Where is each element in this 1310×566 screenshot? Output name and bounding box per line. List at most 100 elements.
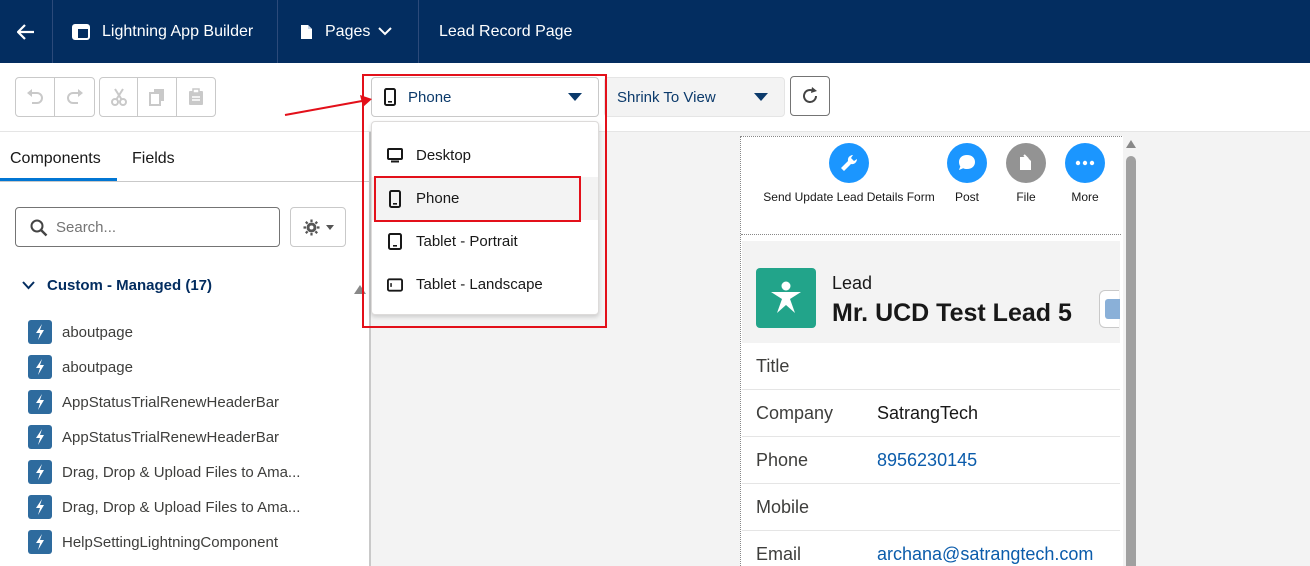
field-value: SatrangTech: [877, 402, 979, 423]
preview-scrollbar[interactable]: [1123, 136, 1139, 566]
page-title: Lead Record Page: [439, 22, 573, 40]
zoom-selector-value: Shrink To View: [617, 88, 716, 106]
components-panel: Components Fields Search... Custom - Man…: [0, 132, 371, 566]
section-title: Custom - Managed (17): [47, 277, 213, 294]
copy-button[interactable]: [138, 78, 177, 116]
undo-icon: [27, 89, 43, 104]
field-row-email: Email archana@satrangtech.com: [742, 531, 1120, 566]
record-name: Mr. UCD Test Lead 5: [832, 299, 1072, 327]
active-tab-indicator: [0, 178, 117, 181]
field-row-company: Company SatrangTech: [742, 390, 1120, 437]
record-type-label: Lead: [832, 273, 873, 293]
scrollbar-thumb[interactable]: [1126, 156, 1136, 566]
app-title: Lightning App Builder: [72, 0, 253, 63]
gear-icon: [303, 219, 319, 235]
back-button[interactable]: [0, 0, 53, 63]
refresh-icon: [803, 87, 817, 103]
action-label: More: [1071, 190, 1099, 204]
action-label: File: [1016, 190, 1036, 204]
pages-menu-button[interactable]: Pages: [300, 0, 393, 63]
caret-down-icon: [325, 224, 334, 230]
list-item[interactable]: HelpSettingLightningComponent: [28, 530, 278, 554]
scroll-up-arrow-icon[interactable]: [1126, 140, 1136, 148]
app-builder-icon: [72, 23, 90, 40]
list-item[interactable]: AppStatusTrialRenewHeaderBar: [28, 390, 279, 414]
component-label: HelpSettingLightningComponent: [62, 533, 278, 551]
email-link[interactable]: archana@satrangtech.com: [877, 544, 1093, 565]
zoom-selector[interactable]: Shrink To View: [604, 77, 785, 117]
action-send-update-lead-details-form[interactable]: Send Update Lead Details Form: [755, 143, 943, 204]
action-bar[interactable]: Send Update Lead Details Form Post File …: [741, 137, 1121, 235]
refresh-button[interactable]: [790, 76, 830, 116]
list-item[interactable]: aboutpage: [28, 320, 133, 344]
action-more[interactable]: More: [1065, 143, 1105, 204]
wrench-icon: [829, 143, 869, 183]
field-label: Company: [756, 402, 834, 423]
list-item[interactable]: AppStatusTrialRenewHeaderBar: [28, 425, 279, 449]
phone-link[interactable]: 8956230145: [877, 450, 977, 471]
field-label: Mobile: [756, 496, 810, 517]
lightning-bolt-icon: [28, 495, 52, 519]
tab-components[interactable]: Components: [10, 150, 101, 168]
copy-icon: [149, 89, 165, 106]
settings-menu-button[interactable]: [290, 207, 346, 247]
app-header: Lightning App Builder Pages Lead Record …: [0, 0, 1310, 63]
clipboard-group: [99, 77, 216, 117]
header-divider: [418, 0, 419, 63]
lightning-bolt-icon: [28, 530, 52, 554]
component-label: Drag, Drop & Upload Files to Ama...: [62, 498, 301, 516]
field-label: Email: [756, 543, 802, 564]
scissors-icon: [110, 88, 127, 106]
component-label: AppStatusTrialRenewHeaderBar: [62, 428, 280, 446]
tab-fields[interactable]: Fields: [132, 150, 175, 168]
file-icon: [1006, 143, 1046, 183]
action-post[interactable]: Post: [947, 143, 987, 204]
header-divider: [277, 0, 278, 63]
lead-icon: [756, 268, 816, 328]
field-row-phone: Phone 8956230145: [742, 437, 1120, 484]
action-label: Post: [954, 190, 979, 204]
builder-toolbar: Phone Shrink To View: [0, 63, 1310, 132]
redo-button[interactable]: [55, 78, 94, 116]
chevron-down-icon: [378, 27, 393, 36]
field-row-mobile: Mobile: [742, 484, 1120, 531]
list-item[interactable]: Drag, Drop & Upload Files to Ama...: [28, 460, 300, 484]
undo-button[interactable]: [16, 78, 55, 116]
component-search-input[interactable]: Search...: [15, 207, 280, 247]
redo-icon: [66, 89, 83, 104]
paste-button[interactable]: [177, 78, 215, 116]
undo-redo-group: [15, 77, 95, 117]
list-item[interactable]: Drag, Drop & Upload Files to Ama...: [28, 495, 300, 519]
lightning-bolt-icon: [28, 320, 52, 344]
phone-preview: Send Update Lead Details Form Post File …: [740, 136, 1138, 566]
component-label: aboutpage: [62, 358, 133, 376]
app-title-text: Lightning App Builder: [102, 22, 254, 40]
search-icon: [30, 219, 48, 237]
lightning-bolt-icon: [28, 355, 52, 379]
page-icon: [300, 24, 313, 40]
clipboard-icon: [188, 88, 203, 105]
chevron-down-icon: [22, 281, 35, 290]
list-item[interactable]: aboutpage: [28, 355, 133, 379]
lightning-bolt-icon: [28, 390, 52, 414]
field-label: Title: [756, 355, 790, 376]
caret-down-icon: [754, 93, 768, 101]
component-label: Drag, Drop & Upload Files to Ama...: [62, 463, 301, 481]
component-label: AppStatusTrialRenewHeaderBar: [62, 393, 280, 411]
search-placeholder: Search...: [56, 218, 117, 236]
record-header: Lead Mr. UCD Test Lead 5: [742, 241, 1120, 343]
section-custom-managed[interactable]: Custom - Managed (17): [22, 277, 212, 294]
lightning-bolt-icon: [28, 425, 52, 449]
cut-button[interactable]: [100, 78, 139, 116]
annotation-highlight-phone-option: [374, 176, 581, 222]
panel-tabs: Components Fields: [0, 132, 369, 182]
component-label: aboutpage: [62, 323, 133, 341]
back-arrow-icon: [17, 23, 34, 40]
collapse-panel-tab[interactable]: [1099, 290, 1120, 328]
action-file[interactable]: File: [1006, 143, 1046, 204]
action-label: Send Update Lead Details Form: [763, 190, 935, 204]
more-icon: [1065, 143, 1105, 183]
field-row-title: Title: [742, 343, 1120, 390]
pages-menu-label: Pages: [325, 22, 371, 40]
field-label: Phone: [756, 449, 809, 470]
